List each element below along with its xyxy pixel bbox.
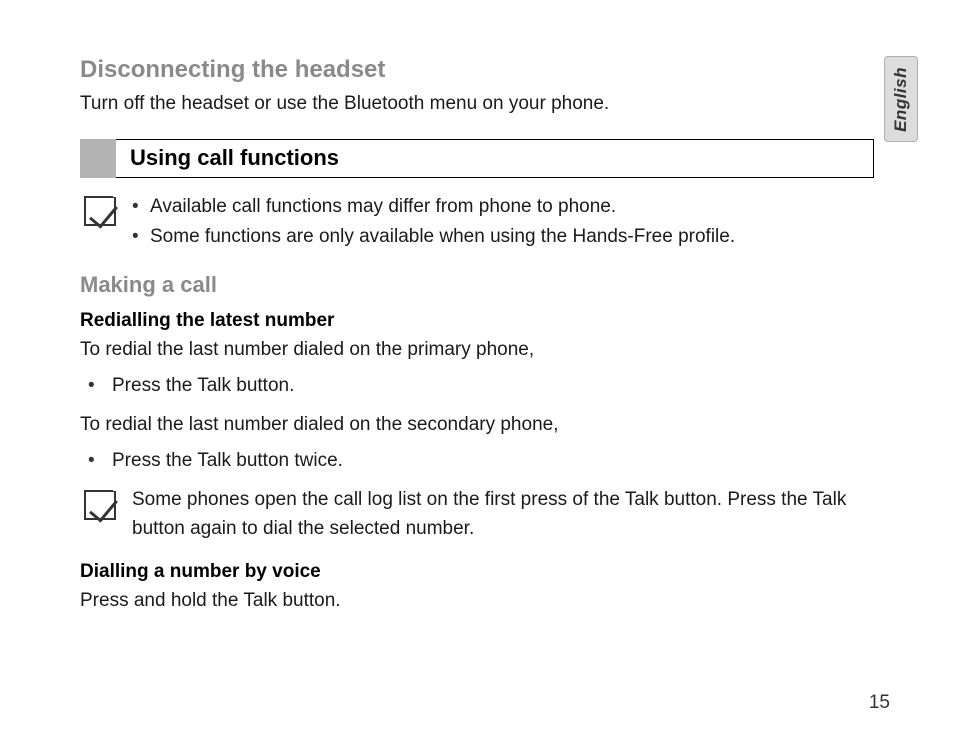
- redial-heading: Redialling the latest number: [80, 310, 874, 332]
- disconnecting-heading: Disconnecting the headset: [80, 56, 874, 84]
- note-block-1: Available call functions may differ from…: [80, 192, 874, 253]
- note-block-2: Some phones open the call log list on th…: [80, 486, 874, 543]
- voice-dial-heading: Dialling a number by voice: [80, 561, 874, 583]
- page-number: 15: [869, 692, 890, 714]
- redial-secondary-step: Press the Talk button twice.: [80, 446, 874, 476]
- call-functions-section-header: Using call functions: [80, 139, 874, 178]
- language-tab: English: [884, 56, 918, 142]
- voice-dial-body: Press and hold the Talk button.: [80, 587, 874, 616]
- redial-primary-step: Press the Talk button.: [80, 371, 874, 401]
- page-content: Disconnecting the headset Turn off the h…: [0, 0, 954, 666]
- checkmark-icon: [84, 490, 116, 520]
- disconnecting-body: Turn off the headset or use the Bluetoot…: [80, 90, 874, 119]
- note-text: Some phones open the call log list on th…: [132, 486, 874, 543]
- call-functions-title: Using call functions: [130, 145, 859, 171]
- note-content: Available call functions may differ from…: [132, 192, 735, 253]
- language-tab-label: English: [891, 67, 911, 132]
- redial-primary-intro: To redial the last number dialed on the …: [80, 336, 874, 365]
- note-content: Some phones open the call log list on th…: [132, 486, 874, 543]
- note-item: Some functions are only available when u…: [132, 222, 735, 252]
- checkmark-icon: [84, 196, 116, 226]
- redial-secondary-intro: To redial the last number dialed on the …: [80, 411, 874, 440]
- making-call-heading: Making a call: [80, 272, 874, 298]
- section-marker-block: [80, 139, 116, 178]
- section-title-cell: Using call functions: [116, 139, 874, 178]
- note-item: Available call functions may differ from…: [132, 192, 735, 222]
